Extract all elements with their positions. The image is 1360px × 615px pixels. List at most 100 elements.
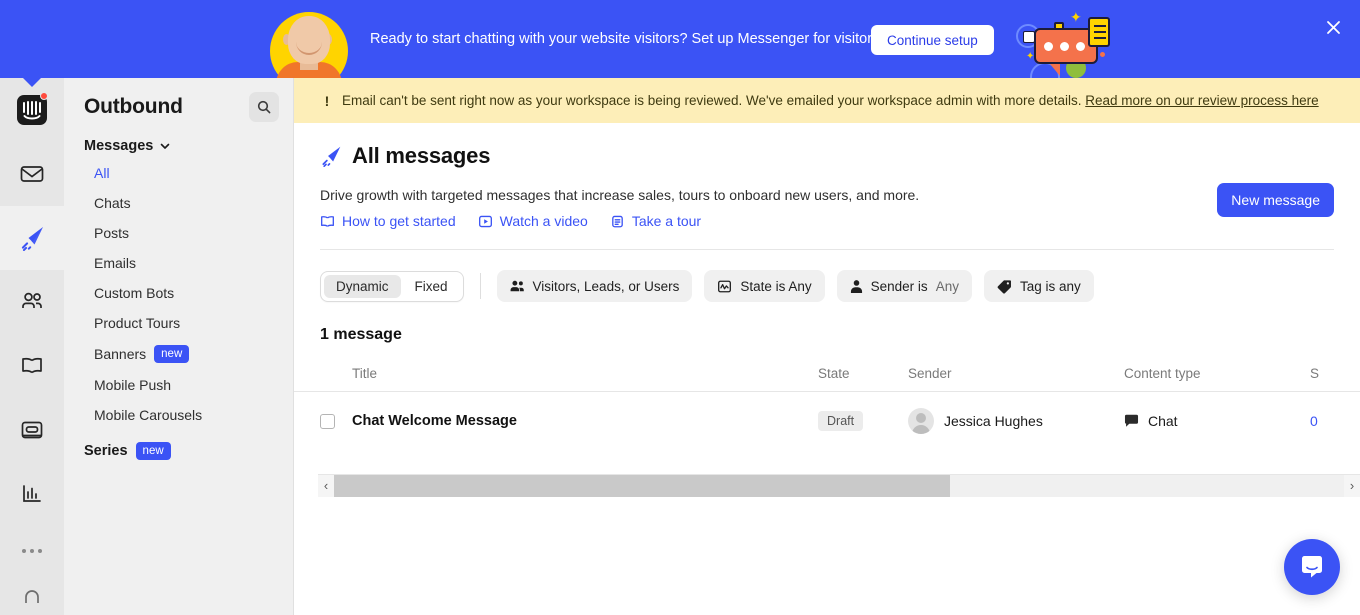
new-message-button[interactable]: New message: [1217, 183, 1334, 217]
rail-item-contacts[interactable]: [0, 270, 64, 334]
quicklinks-row: How to get started Watch a video Take a to…: [320, 213, 1334, 229]
person-icon: [850, 279, 863, 294]
scrollbar-track[interactable]: [334, 474, 1344, 497]
sidebar-item-mobile-carousels[interactable]: Mobile Carousels: [64, 400, 293, 430]
th-sender[interactable]: Sender: [908, 366, 1124, 392]
row-sender-name: Jessica Hughes: [944, 413, 1043, 429]
sidebar-item-emails[interactable]: Emails: [64, 248, 293, 278]
sidebar-item-label: Chats: [94, 195, 131, 211]
pulse-icon: [717, 279, 732, 294]
rail-item-reports[interactable]: [0, 462, 64, 526]
chat-icon: [1124, 414, 1139, 428]
promo-banner-inner: Ready to start chatting with your websit…: [0, 0, 1360, 78]
filter-pill-value: Any: [935, 278, 959, 294]
workspace-review-warning: ! Email can't be sent right now as your …: [294, 78, 1360, 123]
rail-item-more[interactable]: [0, 526, 64, 576]
filter-row: Dynamic Fixed Visitors, Leads, or Users St…: [294, 250, 1360, 302]
horizontal-scrollbar[interactable]: ‹ ›: [318, 474, 1360, 497]
quicklink-watch-a-video[interactable]: Watch a video: [478, 213, 588, 229]
page-title: Outbound: [84, 95, 183, 118]
messages-table-wrap: Title State Sender Content type S Chat W…: [294, 366, 1360, 450]
sidebar-item-banners[interactable]: Banners new: [64, 338, 293, 370]
close-icon[interactable]: [1318, 12, 1348, 42]
quicklink-label: How to get started: [342, 213, 456, 229]
promo-avatar-illustration: [262, 8, 352, 78]
filter-pill-tag-is-any[interactable]: Tag is any: [983, 270, 1094, 302]
sidebar-series-label: Series: [84, 443, 128, 459]
filter-pill-sender-is[interactable]: Sender is Any: [836, 270, 972, 302]
messenger-card-icon: [21, 421, 43, 439]
people-icon: [22, 292, 42, 308]
quicklink-how-to-get-started[interactable]: How to get started: [320, 213, 456, 229]
rail-item-messenger[interactable]: [0, 398, 64, 462]
continue-setup-button[interactable]: Continue setup: [871, 25, 994, 55]
play-icon: [478, 214, 493, 229]
scroll-right-arrow[interactable]: ›: [1344, 474, 1360, 497]
notification-dot: [40, 92, 48, 100]
header-divider: [320, 249, 1334, 250]
scroll-left-arrow[interactable]: ‹: [318, 474, 334, 497]
dynamic-fixed-toggle: Dynamic Fixed: [320, 270, 464, 302]
table-row[interactable]: Chat Welcome Message Draft Jessica Hughes C…: [294, 392, 1360, 451]
sidebar-item-posts[interactable]: Posts: [64, 218, 293, 248]
row-sent-value[interactable]: 0: [1310, 392, 1360, 451]
segment-dynamic[interactable]: Dynamic: [324, 274, 401, 298]
rail-item-outbound[interactable]: [0, 206, 64, 270]
filter-pill-visitors-leads-or-users[interactable]: Visitors, Leads, or Users: [496, 270, 693, 302]
segment-fixed[interactable]: Fixed: [403, 275, 460, 298]
main-content: ! Email can't be sent right now as your …: [294, 78, 1360, 615]
th-sent[interactable]: S: [1310, 366, 1360, 392]
warning-icon: !: [324, 92, 330, 109]
sidebar-item-all[interactable]: All: [64, 158, 293, 188]
intercom-messenger-launcher[interactable]: [1284, 539, 1340, 595]
rail-item-intercom-logo[interactable]: [0, 78, 64, 142]
th-content-type[interactable]: Content type: [1124, 366, 1310, 392]
th-state[interactable]: State: [818, 366, 908, 392]
quicklink-take-a-tour[interactable]: Take a tour: [610, 213, 701, 229]
row-content-type-cell: Chat: [1124, 392, 1310, 451]
app-icon-rail: [0, 77, 64, 615]
filter-divider: [479, 273, 481, 299]
clipboard-icon: [610, 214, 625, 229]
filter-pill-label: Visitors, Leads, or Users: [532, 278, 680, 294]
sidebar-item-custom-bots[interactable]: Custom Bots: [64, 278, 293, 308]
sidebar-item-label: Posts: [94, 225, 130, 241]
chevron-down-icon: [161, 143, 170, 149]
checklist-icon: [1088, 17, 1110, 47]
page-header: All messages Drive growth with targeted …: [294, 123, 1360, 250]
review-process-link[interactable]: Read more on our review process here: [1085, 93, 1318, 108]
rail-item-articles[interactable]: [0, 334, 64, 398]
row-state-cell: Draft: [818, 392, 908, 451]
app-root: Ready to start chatting with your websit…: [0, 0, 1360, 615]
filter-pill-label: State is Any: [740, 278, 812, 294]
promo-message: Ready to start chatting with your websit…: [370, 31, 880, 47]
sidebar-item-chats[interactable]: Chats: [64, 188, 293, 218]
status-badge: Draft: [818, 411, 864, 431]
sparkle-icon: ✦: [1070, 9, 1082, 25]
warning-text: Email can't be sent right now as your wo…: [342, 93, 1082, 108]
notifications-bell-icon[interactable]: [0, 575, 64, 615]
row-sender-cell: Jessica Hughes: [908, 392, 1124, 451]
filter-pill-state-is-any[interactable]: State is Any: [704, 270, 825, 302]
search-icon[interactable]: [249, 92, 279, 122]
row-title[interactable]: Chat Welcome Message: [352, 392, 818, 451]
sidebar-item-label: Mobile Carousels: [94, 407, 203, 423]
sidebar-group-messages[interactable]: Messages: [64, 132, 293, 158]
rail-item-inbox[interactable]: [0, 142, 64, 206]
sidebar-item-mobile-push[interactable]: Mobile Push: [64, 370, 293, 400]
book-icon: [320, 214, 335, 229]
sidebar-group-series[interactable]: Series new: [64, 430, 293, 464]
sidebar-item-product-tours[interactable]: Product Tours: [64, 308, 293, 338]
outbound-sidebar: Outbound Messages All Chats Posts Emails Cus…: [64, 78, 294, 615]
table-header-row: Title State Sender Content type S: [294, 366, 1360, 392]
scrollbar-thumb[interactable]: [334, 474, 951, 497]
row-checkbox[interactable]: [320, 413, 335, 429]
inbox-icon: [20, 166, 44, 182]
sidebar-item-label: Product Tours: [94, 315, 181, 331]
filter-pill-label: Tag is any: [1019, 278, 1081, 294]
row-checkbox-cell: [294, 392, 352, 451]
th-title[interactable]: Title: [352, 366, 818, 392]
tag-icon: [997, 279, 1012, 294]
paper-plane-icon: [21, 227, 43, 251]
page-title-row: All messages: [320, 143, 1334, 169]
